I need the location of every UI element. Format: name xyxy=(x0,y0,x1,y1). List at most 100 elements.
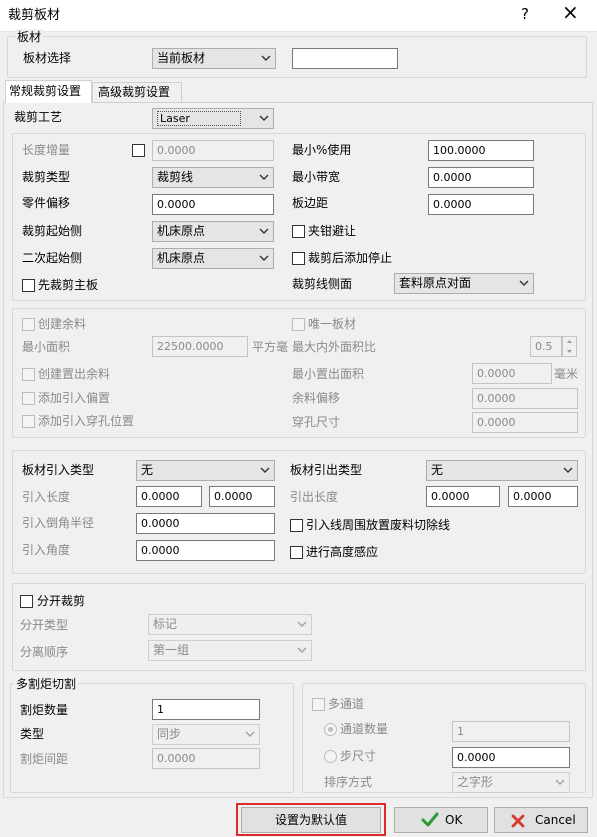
multi-channel-label: 多通道 xyxy=(328,697,365,711)
height-sense-label: 进行高度感应 xyxy=(306,545,379,559)
remnant-offset-field[interactable]: 0.0000 xyxy=(472,388,578,409)
split-type-label: 分开类型 xyxy=(20,618,69,632)
tab-advanced[interactable]: 高级裁剪设置 xyxy=(92,82,182,102)
torch-count-field[interactable]: 1 xyxy=(152,699,260,720)
add-pierce-checkbox[interactable] xyxy=(22,415,35,428)
cut-main-first-label: 先裁剪主板 xyxy=(38,278,99,292)
lead-in-type-combo[interactable]: 无 xyxy=(136,460,275,481)
min-out-area-label: 最小置出面积 xyxy=(292,367,365,381)
split-checkbox[interactable] xyxy=(20,595,33,608)
part-offset-field[interactable]: 0.0000 xyxy=(152,194,274,215)
spin-up-icon[interactable] xyxy=(563,337,576,346)
sheet-margin-field[interactable]: 0.0000 xyxy=(428,194,534,215)
help-button[interactable]: ? xyxy=(518,6,532,22)
sort-mode-combo[interactable]: 之字形 xyxy=(452,772,570,793)
create-remnant-checkbox[interactable] xyxy=(22,318,35,331)
lead-in-length-field-2[interactable]: 0.0000 xyxy=(209,486,275,507)
create-remnant-label: 创建余料 xyxy=(38,317,87,331)
create-out-remnant-checkbox[interactable] xyxy=(22,368,35,381)
sheet-margin-label: 板边距 xyxy=(292,196,329,210)
sheet-select-label: 板材选择 xyxy=(23,51,72,65)
split-order-combo[interactable]: 第一组 xyxy=(148,640,312,661)
close-button[interactable]: × xyxy=(562,2,579,22)
length-increment-checkbox[interactable] xyxy=(132,144,145,157)
chevron-down-icon xyxy=(297,647,307,653)
set-default-button[interactable]: 设置为默认值 xyxy=(241,807,381,833)
chevron-down-icon xyxy=(297,621,307,627)
min-percent-field[interactable]: 100.0000 xyxy=(428,140,534,161)
spin-buttons[interactable] xyxy=(562,336,577,357)
chevron-down-icon xyxy=(261,55,271,61)
start-side-label: 裁剪起始侧 xyxy=(22,224,83,238)
unique-sheet-checkbox[interactable] xyxy=(292,318,305,331)
process-combo[interactable]: Laser xyxy=(152,108,274,129)
tab-general-label: 常规裁剪设置 xyxy=(9,84,82,98)
add-lead-offset-checkbox[interactable] xyxy=(22,392,35,405)
sheet-select-combo[interactable]: 当前板材 xyxy=(152,48,276,69)
clamp-avoid-checkbox[interactable] xyxy=(292,225,305,238)
lead-out-length-field-2[interactable]: 0.0000 xyxy=(508,486,578,507)
lead-out-length-field-1[interactable]: 0.0000 xyxy=(426,486,500,507)
part-offset-label: 零件偏移 xyxy=(22,196,71,210)
unique-sheet-label: 唯一板材 xyxy=(308,317,357,331)
second-start-side-label: 二次起始侧 xyxy=(22,251,83,265)
min-area-label: 最小面积 xyxy=(22,340,71,354)
split-label: 分开裁剪 xyxy=(37,594,86,608)
cutline-side-value: 套料原点对面 xyxy=(399,276,472,290)
second-start-side-combo[interactable]: 机床原点 xyxy=(152,248,274,269)
multi-channel-checkbox[interactable] xyxy=(312,698,325,711)
split-order-value: 第一组 xyxy=(153,643,190,657)
spin-down-icon[interactable] xyxy=(563,347,576,356)
sheet-extra-field[interactable] xyxy=(292,48,398,69)
lead-out-type-combo[interactable]: 无 xyxy=(426,460,578,481)
cancel-button[interactable]: Cancel xyxy=(494,807,588,833)
scrap-cut-checkbox[interactable] xyxy=(290,519,303,532)
height-sense-checkbox[interactable] xyxy=(290,546,303,559)
lead-in-length-label: 引入长度 xyxy=(22,490,71,504)
lead-in-length-field-1[interactable]: 0.0000 xyxy=(136,486,202,507)
torch-count-label: 割炬数量 xyxy=(20,703,69,717)
channel-count-field[interactable]: 1 xyxy=(452,721,570,742)
max-inner-ratio-label: 最大内外面积比 xyxy=(292,340,377,354)
torch-type-label: 类型 xyxy=(20,727,45,741)
cutline-side-label: 裁剪线侧面 xyxy=(292,277,353,291)
close-x-icon xyxy=(511,814,525,828)
split-order-label: 分离顺序 xyxy=(20,645,69,659)
split-type-value: 标记 xyxy=(153,617,178,631)
chevron-down-icon xyxy=(259,228,269,234)
add-pierce-label: 添加引入穿孔位置 xyxy=(38,414,135,428)
min-out-area-field[interactable]: 0.0000 xyxy=(472,363,552,384)
add-stop-label: 裁剪后添加停止 xyxy=(308,251,393,265)
ok-button[interactable]: OK xyxy=(394,807,488,833)
tab-general[interactable]: 常规裁剪设置 xyxy=(5,80,92,103)
pierce-size-field[interactable]: 0.0000 xyxy=(472,412,578,433)
step-size-field[interactable]: 0.0000 xyxy=(452,747,570,768)
min-area-field[interactable]: 22500.0000 xyxy=(152,336,248,357)
start-side-combo[interactable]: 机床原点 xyxy=(152,221,274,242)
cut-main-first-checkbox[interactable] xyxy=(22,279,35,292)
add-stop-checkbox[interactable] xyxy=(292,252,305,265)
ok-label: OK xyxy=(445,813,463,827)
lead-in-chamfer-field[interactable]: 0.0000 xyxy=(136,513,275,534)
lead-in-type-label: 板材引入类型 xyxy=(22,463,95,477)
lead-in-chamfer-label: 引入倒角半径 xyxy=(22,516,95,530)
length-increment-label: 长度增量 xyxy=(22,143,71,157)
lead-in-angle-field[interactable]: 0.0000 xyxy=(136,540,275,561)
window-title: 裁剪板材 xyxy=(8,8,61,23)
channel-count-radio[interactable] xyxy=(324,723,337,736)
min-band-field[interactable]: 0.0000 xyxy=(428,167,534,188)
cut-type-combo[interactable]: 裁剪线 xyxy=(152,167,274,188)
torch-type-combo[interactable]: 同步 xyxy=(152,724,260,745)
sheet-group-title: 板材 xyxy=(15,29,44,45)
lead-out-length-label: 引出长度 xyxy=(290,490,339,504)
step-size-radio[interactable] xyxy=(324,750,337,763)
torch-spacing-field[interactable]: 0.0000 xyxy=(152,748,260,769)
length-increment-field[interactable]: 0.0000 xyxy=(152,140,274,161)
torch-type-value: 同步 xyxy=(157,727,182,741)
sort-mode-label: 排序方式 xyxy=(324,775,373,789)
lead-out-type-value: 无 xyxy=(431,463,444,477)
chevron-down-icon xyxy=(259,174,269,180)
max-inner-ratio-field[interactable]: 0.5 xyxy=(530,336,562,357)
cutline-side-combo[interactable]: 套料原点对面 xyxy=(394,273,534,294)
split-type-combo[interactable]: 标记 xyxy=(148,614,312,635)
